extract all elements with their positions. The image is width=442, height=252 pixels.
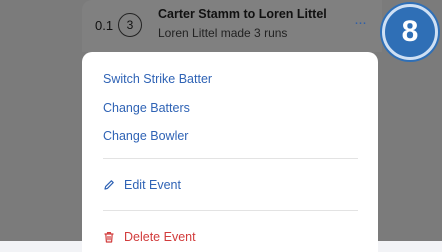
ball-number: 3 — [126, 18, 134, 32]
delete-event-item[interactable]: Delete Event — [124, 230, 196, 244]
event-options-menu: Switch Strike Batter Change Batters Chan… — [82, 52, 378, 252]
more-options-icon[interactable]: ··· — [354, 15, 367, 30]
over-number: 0.1 — [95, 18, 114, 33]
event-title: Carter Stamm to Loren Littel — [158, 7, 327, 21]
edit-event-item[interactable]: Edit Event — [124, 178, 181, 192]
step-badge-number: 8 — [401, 15, 419, 48]
menu-divider — [103, 158, 358, 159]
switch-strike-batter-item[interactable]: Switch Strike Batter — [103, 72, 212, 86]
ball-number-circle: 3 — [118, 13, 142, 37]
event-subtitle: Loren Littel made 3 runs — [158, 26, 288, 40]
step-badge: 8 — [382, 4, 438, 60]
change-bowler-item[interactable]: Change Bowler — [103, 129, 188, 143]
menu-divider — [103, 210, 358, 211]
trash-icon — [104, 232, 114, 243]
pencil-icon — [104, 180, 114, 190]
change-batters-item[interactable]: Change Batters — [103, 101, 190, 115]
